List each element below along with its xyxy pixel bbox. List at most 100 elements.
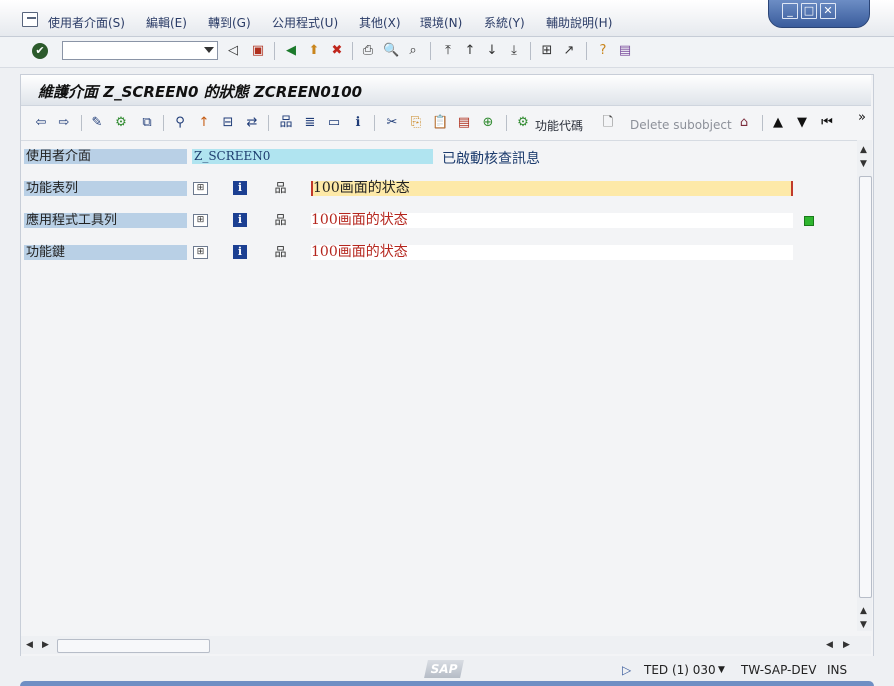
shortcut-icon[interactable]: ↗ — [561, 43, 577, 59]
save-icon[interactable]: ▣ — [250, 43, 266, 59]
hat-icon[interactable]: ⌂ — [736, 115, 752, 131]
function-code-button[interactable]: 功能代碼 — [535, 117, 583, 134]
menu-bar-text-field[interactable]: 100画面的状态 — [311, 181, 793, 196]
user-interface-value[interactable]: Z_SCREEN0 — [192, 149, 433, 164]
triangle-up-icon[interactable]: ▲ — [770, 115, 786, 131]
print-icon[interactable]: ⎙ — [360, 43, 376, 59]
window-bottom-border — [20, 681, 874, 686]
document-icon[interactable]: 🗋 — [600, 115, 616, 131]
info-icon[interactable]: i — [233, 245, 247, 259]
menu-item-edit[interactable]: 編輯(E) — [146, 14, 187, 31]
other-object-icon[interactable]: ⧉ — [139, 115, 155, 131]
toolbar-separator — [430, 42, 431, 60]
status-toggle-icon[interactable]: ▷ — [622, 663, 631, 677]
next-page-icon[interactable]: ↓ — [484, 43, 500, 59]
input-mode[interactable]: INS — [827, 663, 847, 677]
back-arrow-icon[interactable]: ◁ — [225, 43, 241, 59]
last-page-icon[interactable]: ⤓ — [506, 43, 522, 59]
sap-logo: SAP — [424, 660, 464, 678]
find-icon[interactable]: 🔍 — [383, 43, 399, 59]
where-used-icon[interactable]: ⚲ — [172, 115, 188, 131]
hierarchy-icon[interactable]: 品 — [273, 245, 288, 260]
info-icon[interactable]: i — [233, 181, 247, 195]
navigation-icon[interactable]: ⇄ — [244, 115, 260, 131]
scroll-left-icon[interactable]: ◀ — [826, 640, 833, 650]
first-page-icon[interactable]: ⤒ — [440, 43, 456, 59]
chevron-down-icon[interactable] — [204, 47, 214, 53]
previous-page-icon[interactable]: ↑ — [462, 43, 478, 59]
cancel-icon[interactable]: ✖ — [329, 43, 345, 59]
application-toolbar-text-field[interactable]: 100画面的状态 — [311, 213, 793, 228]
maximize-button[interactable]: □ — [801, 3, 817, 19]
hierarchy-icon[interactable]: 品 — [278, 115, 294, 131]
menu-item-system[interactable]: 系統(Y) — [484, 14, 525, 31]
menu-bar: 使用者介面(S) 編輯(E) 轉到(G) 公用程式(U) 其他(X) 環境(N)… — [0, 0, 894, 37]
exit-icon[interactable]: ⬆ — [306, 43, 322, 59]
hierarchy-icon[interactable]: 品 — [273, 213, 288, 228]
scroll-right-icon[interactable]: ▶ — [42, 640, 49, 650]
toolbar-separator — [374, 115, 375, 131]
menu-item-extras[interactable]: 其他(X) — [359, 14, 401, 31]
function-keys-label: 功能鍵 — [24, 245, 187, 260]
insert-icon[interactable]: ⊕ — [480, 115, 496, 131]
create-session-icon[interactable]: ⊞ — [539, 43, 555, 59]
function-code-icon[interactable]: ⚙ — [515, 115, 531, 131]
frame-icon[interactable]: ▭ — [326, 115, 342, 131]
toolbar-overflow-icon[interactable]: » — [854, 110, 870, 126]
status-message: 已啟動核查訊息 — [442, 151, 540, 167]
close-button[interactable]: ✕ — [820, 3, 836, 19]
forward-arrow-icon[interactable]: ⇨ — [56, 115, 72, 131]
toolbar-separator — [586, 42, 587, 60]
activate-icon[interactable]: ⚙ — [113, 115, 129, 131]
session-info[interactable]: TED (1) 030 — [644, 663, 716, 677]
minimize-button[interactable]: _ — [782, 3, 798, 19]
function-keys-text-field[interactable]: 100画面的状态 — [311, 245, 793, 260]
server-name: TW-SAP-DEV — [741, 663, 817, 677]
help-icon[interactable]: ? — [595, 43, 611, 59]
skip-first-icon[interactable]: ⏮ — [819, 115, 835, 131]
display-object-list-icon[interactable]: ⊟ — [220, 115, 236, 131]
menu-item-environment[interactable]: 環境(N) — [420, 14, 462, 31]
command-field[interactable] — [62, 41, 218, 60]
menu-item-utilities[interactable]: 公用程式(U) — [272, 14, 338, 31]
menu-item-goto[interactable]: 轉到(G) — [208, 14, 251, 31]
list-icon[interactable]: ≣ — [302, 115, 318, 131]
chevron-down-icon[interactable]: ▼ — [718, 665, 725, 675]
scroll-down-icon[interactable]: ▼ — [860, 620, 867, 630]
delete-icon[interactable]: ▤ — [456, 115, 472, 131]
status-green-icon — [804, 216, 814, 226]
window-controls: _ □ ✕ — [768, 0, 870, 28]
toolbar-separator — [506, 115, 507, 131]
scroll-left-icon[interactable]: ◀ — [26, 640, 33, 650]
layout-menu-icon[interactable]: ▤ — [617, 43, 633, 59]
toolbar-separator — [274, 42, 275, 60]
menu-item-help[interactable]: 輔助說明(H) — [546, 14, 612, 31]
display-change-icon[interactable]: ✎ — [89, 115, 105, 131]
triangle-down-icon[interactable]: ▼ — [794, 115, 810, 131]
screen-icon[interactable]: ⊞ — [193, 182, 208, 195]
scroll-right-icon[interactable]: ▶ — [843, 640, 850, 650]
hierarchy-icon[interactable]: 品 — [273, 181, 288, 196]
toolbar-separator — [530, 42, 531, 60]
back-arrow-icon[interactable]: ⇦ — [33, 115, 49, 131]
vertical-scroll-thumb[interactable] — [859, 176, 872, 598]
enter-icon[interactable]: ✔ — [32, 43, 48, 59]
screen-icon[interactable]: ⊞ — [193, 246, 208, 259]
info-icon[interactable]: i — [233, 213, 247, 227]
info-icon[interactable]: ℹ — [350, 115, 366, 131]
scroll-down-icon[interactable]: ▲ — [860, 606, 867, 616]
scroll-up-icon[interactable]: ▼ — [860, 159, 867, 169]
back-icon[interactable]: ◀ — [283, 43, 299, 59]
scroll-up-icon[interactable]: ▲ — [860, 145, 867, 155]
cut-icon[interactable]: ✂ — [384, 115, 400, 131]
copy-icon[interactable]: ⎘ — [408, 115, 424, 131]
menu-item-user-interface[interactable]: 使用者介面(S) — [48, 14, 125, 31]
delete-subobject-button[interactable]: Delete subobject — [630, 118, 732, 132]
paste-icon[interactable]: 📋 — [432, 115, 448, 131]
menu-icon[interactable] — [22, 12, 38, 27]
screen-icon[interactable]: ⊞ — [193, 214, 208, 227]
find-next-icon[interactable]: ⌕ — [405, 43, 421, 59]
pointer-icon[interactable]: ↑ — [196, 115, 212, 131]
application-toolbar-label: 應用程式工具列 — [24, 213, 187, 228]
horizontal-scroll-thumb[interactable] — [57, 639, 210, 653]
